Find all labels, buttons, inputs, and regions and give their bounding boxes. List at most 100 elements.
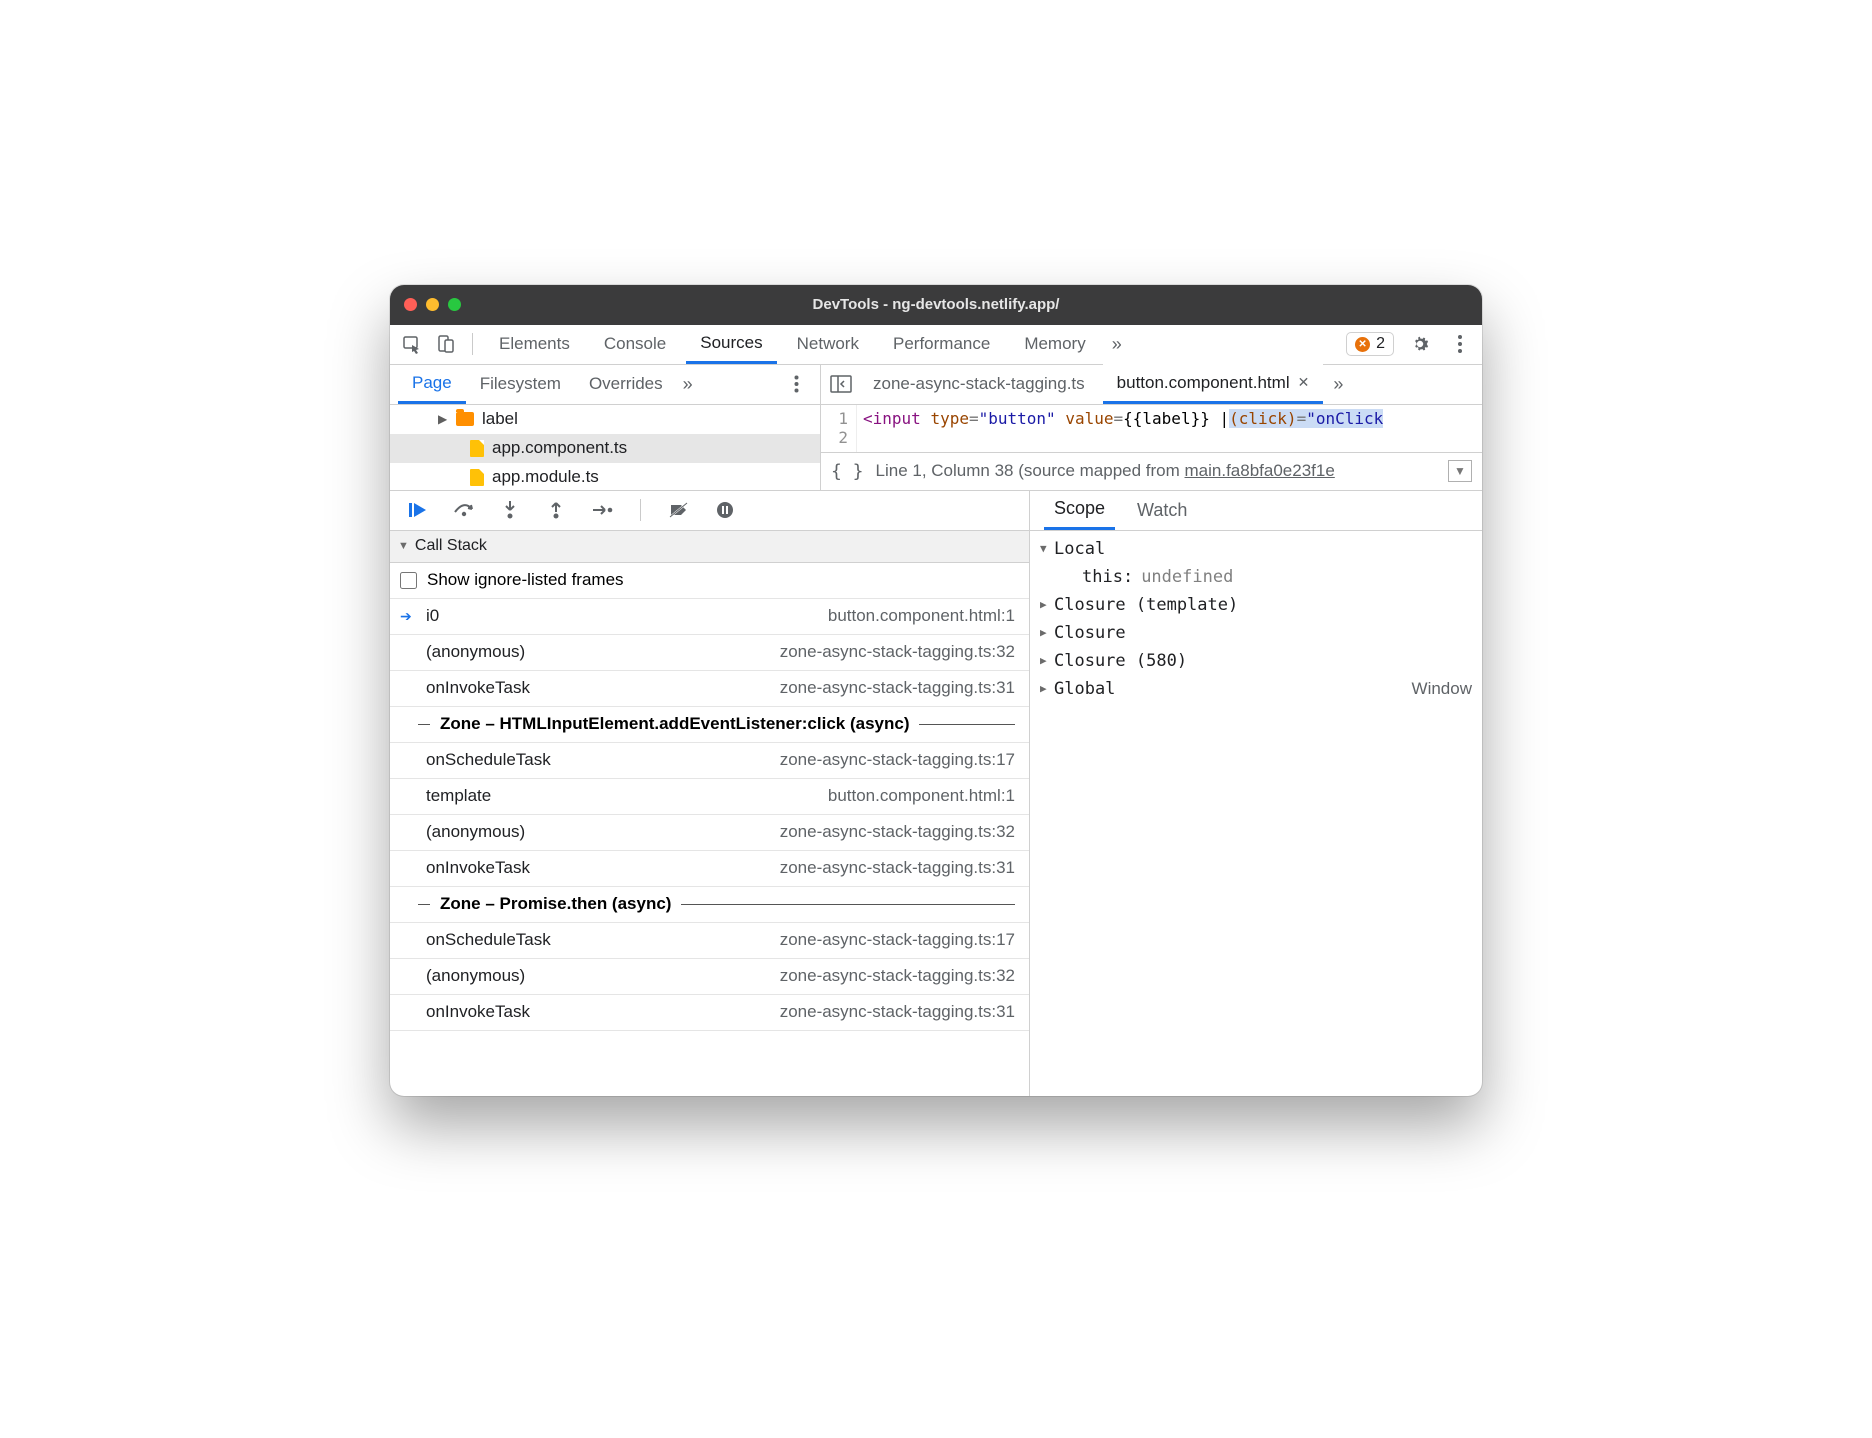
folder-icon [456, 412, 474, 426]
code-line-1: <input type="button" value={{label}} |(c… [857, 405, 1383, 452]
frame-location: zone-async-stack-tagging.ts:17 [780, 930, 1015, 950]
stack-frame[interactable]: onScheduleTask zone-async-stack-tagging.t… [390, 923, 1029, 959]
file-item[interactable]: app.component.ts [390, 434, 820, 463]
scope-tabs: Scope Watch [1030, 491, 1482, 531]
frame-location: zone-async-stack-tagging.ts:32 [780, 822, 1015, 842]
tab-console[interactable]: Console [590, 324, 680, 364]
dropdown-icon[interactable]: ▼ [1448, 460, 1472, 482]
tab-sources[interactable]: Sources [686, 324, 776, 364]
file-tab[interactable]: button.component.html ✕ [1103, 364, 1324, 404]
frame-name: onScheduleTask [426, 750, 551, 770]
scope-label: this: [1082, 567, 1133, 587]
scope-label: Global [1054, 679, 1115, 699]
more-file-tabs-icon[interactable]: » [1327, 374, 1349, 395]
frame-name: i0 [426, 606, 439, 626]
more-tabs-icon[interactable]: » [1106, 334, 1128, 355]
scope-label: Closure (580) [1054, 651, 1187, 671]
resume-icon[interactable] [404, 496, 432, 524]
editor-status-bar: { } Line 1, Column 38 (source mapped fro… [821, 452, 1482, 490]
scope-node[interactable]: ▶GlobalWindow [1040, 675, 1472, 703]
frame-location: zone-async-stack-tagging.ts:32 [780, 966, 1015, 986]
show-ignore-listed-checkbox[interactable] [400, 572, 417, 589]
step-into-icon[interactable] [496, 496, 524, 524]
inspect-icon[interactable] [398, 330, 426, 358]
cursor-position: Line 1, Column 38 (source mapped from ma… [876, 461, 1335, 481]
tab-elements[interactable]: Elements [485, 324, 584, 364]
step-icon[interactable] [588, 496, 616, 524]
stack-frame[interactable]: (anonymous)zone-async-stack-tagging.ts:3… [390, 635, 1029, 671]
step-out-icon[interactable] [542, 496, 570, 524]
chevron-down-icon: ▼ [398, 540, 409, 552]
devtools-window: DevTools - ng-devtools.netlify.app/ Elem… [390, 285, 1482, 1096]
chevron-right-icon: ▶ [1040, 626, 1054, 639]
deactivate-breakpoints-icon[interactable] [665, 496, 693, 524]
stack-frame[interactable]: onScheduleTask zone-async-stack-tagging.t… [390, 743, 1029, 779]
stack-frame[interactable]: template button.component.html:1 [390, 779, 1029, 815]
stack-frame[interactable]: ➔i0button.component.html:1 [390, 599, 1029, 635]
tab-performance[interactable]: Performance [879, 324, 1004, 364]
scope-label: Closure (template) [1054, 595, 1238, 615]
callstack-header[interactable]: ▼ Call Stack [390, 531, 1029, 563]
scope-tab-scope[interactable]: Scope [1044, 491, 1115, 531]
scope-node[interactable]: ▶Closure [1040, 619, 1472, 647]
chevron-right-icon: ▶ [438, 412, 448, 426]
stack-frame[interactable]: (anonymous) zone-async-stack-tagging.ts:3… [390, 959, 1029, 995]
nav-tab-filesystem[interactable]: Filesystem [466, 364, 575, 404]
pause-exceptions-icon[interactable] [711, 496, 739, 524]
nav-tab-page[interactable]: Page [398, 364, 466, 404]
frame-name: onInvokeTask [426, 858, 530, 878]
scope-pane: ScopeWatch ▼Localthis:undefined▶Closure … [1030, 491, 1482, 1096]
frame-location: zone-async-stack-tagging.ts:31 [780, 1002, 1015, 1022]
line-gutter: 1 2 [821, 405, 857, 452]
frame-name: onInvokeTask [426, 1002, 530, 1022]
stack-frame[interactable]: onInvokeTaskzone-async-stack-tagging.ts:… [390, 671, 1029, 707]
kebab-menu-icon[interactable] [1446, 330, 1474, 358]
step-over-icon[interactable] [450, 496, 478, 524]
device-toggle-icon[interactable] [432, 330, 460, 358]
scope-node[interactable]: ▶Closure (580) [1040, 647, 1472, 675]
close-tab-icon[interactable]: ✕ [1298, 374, 1310, 391]
source-map-link[interactable]: main.fa8bfa0e23f1e [1185, 461, 1335, 480]
frame-name: onScheduleTask [426, 930, 551, 950]
file-tab-label: button.component.html [1117, 373, 1290, 393]
scope-tab-watch[interactable]: Watch [1127, 491, 1197, 531]
folder-item[interactable]: ▶label [390, 405, 820, 434]
callstack-frames: ➔i0button.component.html:1 (anonymous) zon… [390, 599, 1029, 1096]
frame-location: zone-async-stack-tagging.ts:31 [780, 858, 1015, 878]
editor-pane: zone-async-stack-tagging.tsbutton.compon… [821, 365, 1482, 490]
issues-count: 2 [1376, 335, 1385, 353]
file-tabs: zone-async-stack-tagging.tsbutton.compon… [821, 365, 1482, 405]
file-item[interactable]: app.module.ts [390, 463, 820, 490]
issues-badge[interactable]: ✕ 2 [1346, 332, 1394, 356]
stack-frame[interactable]: (anonymous) zone-async-stack-tagging.ts:3… [390, 815, 1029, 851]
pretty-print-icon[interactable]: { } [831, 461, 864, 482]
chevron-right-icon: ▶ [1040, 654, 1054, 667]
file-tab[interactable]: zone-async-stack-tagging.ts [859, 364, 1099, 404]
toggle-navigator-icon[interactable] [827, 370, 855, 398]
scope-value: undefined [1141, 567, 1233, 587]
more-nav-tabs-icon[interactable]: » [677, 374, 699, 395]
scope-node[interactable]: ▶Closure (template) [1040, 591, 1472, 619]
scope-type: Window [1412, 679, 1472, 699]
stack-frame[interactable]: onInvokeTask zone-async-stack-tagging.ts:… [390, 851, 1029, 887]
frame-location: zone-async-stack-tagging.ts:17 [780, 750, 1015, 770]
chevron-down-icon: ▼ [1040, 542, 1054, 555]
stack-frame[interactable]: onInvokeTask zone-async-stack-tagging.ts:… [390, 995, 1029, 1031]
settings-icon[interactable] [1406, 330, 1434, 358]
show-ignore-listed-row[interactable]: Show ignore-listed frames [390, 563, 1029, 599]
navigator-tabs: PageFilesystemOverrides » [390, 365, 820, 405]
debugger-pane: ▼ Call Stack Show ignore-listed frames ➔… [390, 491, 1030, 1096]
scope-variable: this: undefined [1040, 563, 1472, 591]
frame-name: (anonymous) [426, 822, 525, 842]
scope-node[interactable]: ▼Local [1040, 535, 1472, 563]
tab-network[interactable]: Network [783, 324, 873, 364]
tab-memory[interactable]: Memory [1010, 324, 1099, 364]
file-icon [470, 440, 484, 457]
frame-name: template [426, 786, 491, 806]
kebab-menu-icon[interactable] [782, 370, 810, 398]
nav-tab-overrides[interactable]: Overrides [575, 364, 677, 404]
frame-location: button.component.html:1 [828, 786, 1015, 806]
code-editor[interactable]: 1 2 <input type="button" value={{label}}… [821, 405, 1482, 452]
frame-name: (anonymous) [426, 966, 525, 986]
debugger-toolbar [390, 491, 1029, 531]
